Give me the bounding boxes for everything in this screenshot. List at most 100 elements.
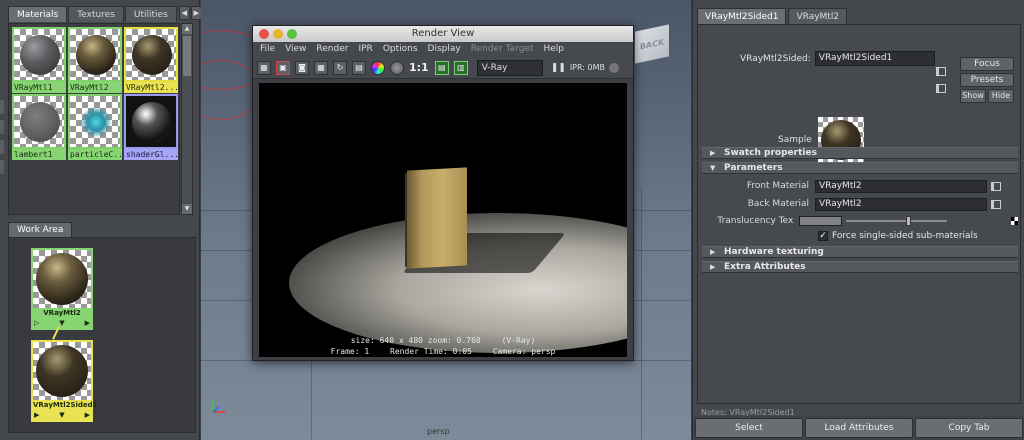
keep-image-icon[interactable]: ▤	[434, 60, 449, 75]
close-icon[interactable]	[259, 29, 269, 39]
node-vraymtl2[interactable]: VRayMtl2 ▷ ▼ ▶	[31, 248, 93, 330]
tab-vraymtl2sided1[interactable]: VRayMtl2Sided1	[697, 8, 787, 24]
sphere-icon	[36, 253, 88, 305]
back-material-label: Back Material	[747, 199, 809, 209]
translucency-slider[interactable]	[846, 216, 948, 226]
camera-info: Camera: persp	[492, 347, 556, 356]
menu-render[interactable]: Render	[313, 42, 355, 57]
front-material-row: Front Material VRayMtl2	[702, 179, 1018, 193]
material-swatch-vraymtl2sided[interactable]: VRayMtl2...	[124, 27, 178, 93]
material-swatch-shaderglow[interactable]: shaderGl...	[124, 94, 178, 160]
menu-options[interactable]: Options	[380, 42, 425, 57]
node-name-row: VRayMtl2Sided: VRayMtl2Sided1	[740, 51, 935, 66]
grid-line	[641, 190, 642, 440]
rgb-channels-icon[interactable]	[371, 60, 385, 75]
tab-vraymtl2[interactable]: VRayMtl2	[788, 8, 848, 24]
slider-thumb[interactable]	[906, 216, 912, 226]
real-size-button[interactable]: 1:1	[409, 61, 429, 74]
copy-tab-button[interactable]: Copy Tab	[915, 418, 1023, 438]
frame-info: Frame: 1	[330, 347, 370, 356]
node-name-field[interactable]: VRayMtl2Sided1	[814, 51, 935, 66]
particle-icon	[81, 107, 111, 137]
attribute-bottom-bar: Select Load Attributes Copy Tab	[693, 416, 1024, 440]
node-ports[interactable]: ▷ ▼ ▶	[33, 318, 91, 328]
front-material-label: Front Material	[746, 181, 809, 191]
hide-button[interactable]: Hide	[988, 89, 1014, 103]
tab-materials[interactable]: Materials	[8, 6, 68, 22]
ipr-status-icon	[609, 62, 620, 73]
material-label: VRayMtl2	[68, 82, 122, 93]
checker-map-icon[interactable]	[1011, 217, 1018, 225]
node-vraymtl2sided1[interactable]: VRayMtl2Sided1 ▶ ▼ ▶	[31, 340, 98, 422]
translucency-row: Translucency Tex	[702, 214, 1018, 228]
ipr-memory: IPR: 0MB	[569, 63, 606, 72]
axis-gizmo-icon	[212, 400, 225, 413]
node-label: VRayMtl2Sided1	[33, 401, 98, 409]
force-single-sided-checkbox[interactable]: ✓	[818, 231, 828, 241]
back-material-field[interactable]: VRayMtl2	[815, 197, 987, 211]
input-connection-icon[interactable]	[936, 67, 946, 76]
tab-utilities[interactable]: Utilities	[124, 6, 177, 22]
ipr-render-icon[interactable]: ▦	[314, 60, 328, 75]
node-ports[interactable]: ▶ ▼ ▶	[33, 410, 91, 420]
output-connection-icon[interactable]	[936, 84, 946, 93]
snapshot-icon[interactable]: ◙	[295, 60, 309, 75]
node-nav-icons	[936, 67, 950, 101]
redo-render-icon[interactable]: ▦	[257, 60, 271, 75]
section-hardware-texturing[interactable]: ▶ Hardware texturing	[702, 246, 1018, 258]
map-button-icon[interactable]	[991, 199, 1001, 209]
work-area[interactable]: VRayMtl2 ▷ ▼ ▶ VRayMtl2Sided1 ▶ ▼ ▶	[8, 237, 196, 433]
material-swatch-vraymtl1[interactable]: VRayMtl1	[12, 27, 66, 93]
window-titlebar[interactable]: Render View	[253, 26, 633, 42]
section-title: Swatch properties	[724, 148, 817, 158]
material-label: shaderGl...	[124, 149, 178, 160]
render-info-line-2: Frame: 1 Render Time: 0:05 Camera: persp	[259, 347, 627, 356]
material-swatch-lambert1[interactable]: lambert1	[12, 94, 66, 160]
sphere-icon	[132, 102, 172, 142]
section-swatch-properties[interactable]: ▶ Swatch properties	[702, 147, 1018, 159]
scroll-down-icon[interactable]: ▼	[182, 204, 192, 214]
window-title: Render View	[411, 28, 475, 39]
map-button-icon[interactable]	[991, 181, 1001, 191]
refresh-icon[interactable]: ↻	[333, 60, 347, 75]
tab-textures[interactable]: Textures	[68, 6, 124, 22]
render-sequence-icon[interactable]: ▤	[352, 60, 366, 75]
render-region-icon[interactable]: ▣	[276, 60, 290, 75]
menu-render-target: Render Target	[470, 44, 534, 54]
section-extra-attributes[interactable]: ▶ Extra Attributes	[702, 261, 1018, 273]
renderer-select[interactable]: V-Ray	[476, 59, 543, 76]
section-title: Extra Attributes	[724, 262, 806, 272]
menu-help[interactable]: Help	[540, 42, 571, 57]
translucency-color-swatch[interactable]	[799, 216, 843, 226]
expand-arrow-icon: ▶	[710, 149, 716, 157]
tab-work-area[interactable]: Work Area	[8, 222, 73, 237]
menu-file[interactable]: File	[257, 42, 282, 57]
node-label: VRayMtl2	[43, 309, 81, 317]
show-button[interactable]: Show	[960, 89, 986, 103]
maximize-icon[interactable]	[287, 29, 297, 39]
pause-icon[interactable]: ❚❚	[551, 63, 566, 73]
minimize-icon[interactable]	[273, 29, 283, 39]
material-swatch-particlecloud[interactable]: particleC...	[68, 94, 122, 160]
render-canvas[interactable]: size: 640 x 480 zoom: 0.760 (V-Ray) Fram…	[259, 83, 627, 357]
node-name-label: VRayMtl2Sided:	[740, 53, 811, 64]
presets-button[interactable]: Presets	[960, 73, 1014, 87]
scroll-up-icon[interactable]: ▲	[182, 24, 192, 34]
focus-button[interactable]: Focus	[960, 57, 1014, 71]
section-parameters[interactable]: ▼ Parameters	[702, 162, 1018, 174]
load-attributes-button[interactable]: Load Attributes	[805, 418, 913, 438]
material-scrollbar[interactable]: ▲ ▼	[181, 23, 193, 215]
front-material-field[interactable]: VRayMtl2	[815, 179, 987, 193]
menu-view[interactable]: View	[282, 42, 313, 57]
material-swatch-vraymtl2[interactable]: VRayMtl2	[68, 27, 122, 93]
remove-image-icon[interactable]: ▥	[453, 60, 468, 75]
view-cube-face[interactable]: BACK	[635, 24, 669, 64]
select-button[interactable]: Select	[695, 418, 803, 438]
tab-scroll-left-icon[interactable]: ◀	[178, 6, 190, 20]
menu-display[interactable]: Display	[425, 42, 468, 57]
scroll-thumb[interactable]	[183, 36, 191, 76]
alpha-channel-icon[interactable]	[390, 60, 404, 75]
section-title: Parameters	[724, 163, 783, 173]
menu-ipr[interactable]: IPR	[355, 42, 379, 57]
material-grid: VRayMtl1 VRayMtl2 VRayMtl2... lambert1 p…	[8, 23, 180, 215]
